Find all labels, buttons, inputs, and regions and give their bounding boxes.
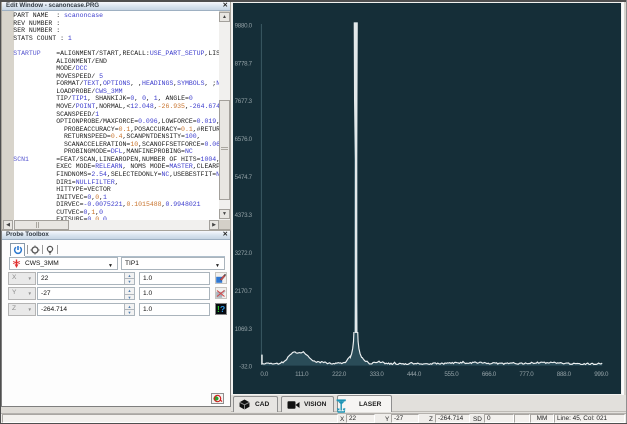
svg-text:999.0: 999.0 — [594, 371, 609, 378]
svg-text:444.0: 444.0 — [407, 371, 422, 378]
svg-text:8778.7: 8778.7 — [235, 60, 253, 67]
svg-text:2170.7: 2170.7 — [235, 288, 253, 295]
svg-text:-32.0: -32.0 — [239, 364, 252, 371]
svg-text:111.0: 111.0 — [295, 371, 309, 378]
svg-text:7677.3: 7677.3 — [235, 98, 253, 105]
svg-text:4373.3: 4373.3 — [235, 212, 253, 219]
svg-text:3272.0: 3272.0 — [235, 250, 253, 257]
svg-text:6576.0: 6576.0 — [235, 136, 253, 143]
svg-text:222.0: 222.0 — [332, 371, 347, 378]
svg-text:888.0: 888.0 — [557, 371, 572, 378]
svg-text:333.0: 333.0 — [370, 371, 385, 378]
svg-text:666.0: 666.0 — [482, 371, 497, 378]
svg-text:5474.7: 5474.7 — [235, 174, 253, 181]
svg-text:777.0: 777.0 — [519, 371, 534, 378]
svg-text:1069.3: 1069.3 — [235, 326, 253, 333]
svg-text:555.0: 555.0 — [444, 371, 459, 378]
svg-text:9880.0: 9880.0 — [235, 22, 253, 29]
svg-text:0.0: 0.0 — [260, 371, 269, 378]
